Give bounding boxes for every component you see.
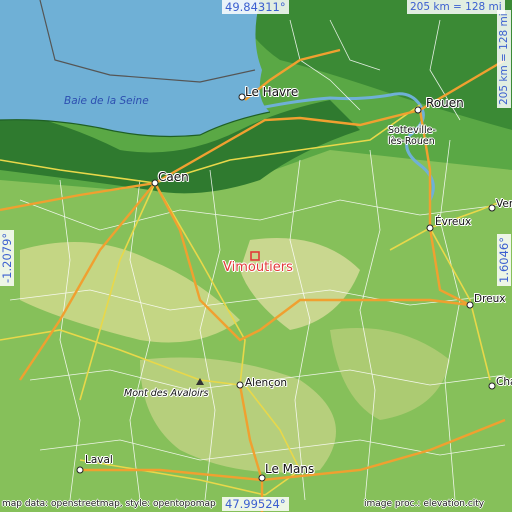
label-evreux: Évreux (435, 216, 472, 228)
sea (0, 0, 270, 137)
label-rouen: Rouen (426, 96, 464, 110)
city-marker-evreux (426, 224, 434, 232)
label-laval: Laval (85, 454, 113, 466)
label-bay: Baie de la Seine (64, 95, 149, 107)
label-alencon: Alençon (245, 377, 288, 389)
topographic-map[interactable]: Baie de la Seine Le Havre Rouen Sottevil… (0, 0, 512, 512)
city-marker-dreux (466, 301, 474, 309)
label-dreux: Dreux (474, 293, 506, 305)
label-vimoutiers: Vimoutiers (223, 260, 293, 275)
city-marker-alencon (236, 381, 244, 389)
map-canvas (0, 0, 512, 512)
attribution-image-proc: image proc.: elevation.city (364, 499, 485, 509)
scale-right: 205 km = 128 mi (497, 10, 511, 108)
attribution-map-data: map data: openstreetmap, style: opentopo… (2, 499, 216, 509)
label-ver: Ver (496, 198, 512, 210)
label-cha: Cha (496, 376, 512, 388)
label-le-havre: Le Havre (245, 85, 299, 99)
city-marker-laval (76, 466, 84, 474)
label-mont-avaloirs: Mont des Avaloirs (124, 388, 209, 399)
city-marker-rouen (414, 106, 422, 114)
label-sotteville: Sotteville-lès-Rouen (388, 125, 436, 147)
city-marker-cha (488, 382, 496, 390)
city-marker-ver (488, 204, 496, 212)
coord-top: 49.84311° (222, 0, 289, 14)
coord-right: 1.6046° (497, 234, 511, 286)
coord-left: -1.2079° (0, 229, 14, 286)
label-le-mans: Le Mans (265, 462, 315, 476)
coord-bottom: 47.99524° (222, 497, 289, 511)
scale-top: 205 km = 128 mi (407, 0, 505, 14)
label-caen: Caen (158, 170, 189, 184)
